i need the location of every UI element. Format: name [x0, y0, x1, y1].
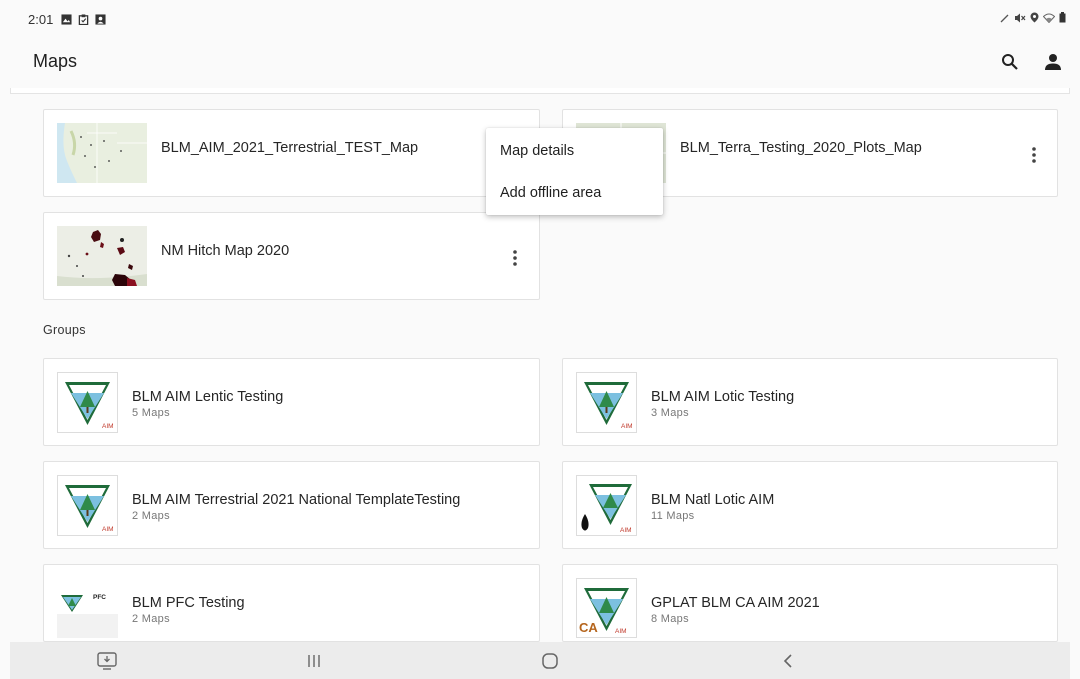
battery-icon: [1059, 12, 1066, 23]
home-button[interactable]: [538, 650, 562, 672]
map-title: BLM_Terra_Testing_2020_Plots_Map: [680, 140, 922, 156]
app-bar: Maps: [0, 38, 1080, 88]
map-thumbnail: [57, 226, 147, 286]
scrolled-card-edge: [10, 88, 1070, 94]
group-map-count: 8 Maps: [651, 613, 689, 625]
map-title: BLM_AIM_2021_Terrestrial_TEST_Map: [161, 140, 419, 156]
map-more-button[interactable]: [503, 243, 527, 273]
page-title: Maps: [33, 51, 78, 71]
group-card[interactable]: AIM BLM AIM Terrestrial 2021 National Te…: [43, 461, 540, 549]
group-card[interactable]: AIM BLM Natl Lotic AIM 11 Maps: [562, 461, 1058, 549]
recents-icon: [308, 655, 320, 667]
screen: 2:01 Maps BLM_AIM_2021_Terrestrial_TEST_…: [0, 0, 1080, 679]
back-button[interactable]: [776, 650, 800, 672]
group-card[interactable]: AIM BLM AIM Lentic Testing 5 Maps: [43, 358, 540, 446]
group-title: BLM PFC Testing: [132, 595, 245, 611]
group-map-count: 5 Maps: [132, 407, 170, 419]
blm-shield-icon: AIM: [65, 485, 114, 533]
water-drop-icon: [581, 514, 589, 531]
ca-prefix-text: CA: [579, 620, 598, 635]
group-title: GPLAT BLM CA AIM 2021: [651, 595, 820, 611]
blm-shield-icon: AIM: [581, 484, 632, 534]
group-card[interactable]: AIM BLM AIM Lotic Testing 3 Maps: [562, 358, 1058, 446]
map-card[interactable]: BLM_AIM_2021_Terrestrial_TEST_Map: [43, 109, 540, 197]
group-card[interactable]: CA AIM GPLAT BLM CA AIM 2021 8 Maps: [562, 564, 1058, 642]
badge-text: AIM: [620, 527, 632, 534]
group-logo: AIM: [576, 475, 637, 536]
menu-item-map-details[interactable]: Map details: [486, 130, 663, 172]
blm-shield-icon: AIM: [584, 382, 633, 430]
map-title: NM Hitch Map 2020: [161, 243, 290, 259]
badge-text: PFC: [93, 594, 106, 601]
group-map-count: 3 Maps: [651, 407, 689, 419]
wifi-icon: [1043, 13, 1055, 23]
badge-text: AIM: [102, 423, 114, 430]
groups-section-label: Groups: [43, 323, 86, 337]
badge-text: AIM: [102, 526, 114, 533]
badge-text: AIM: [621, 423, 633, 430]
map-context-menu: Map details Add offline area: [486, 128, 663, 215]
status-time: 2:01: [28, 11, 54, 27]
group-title: BLM AIM Lentic Testing: [132, 389, 284, 405]
group-logo: PFC: [57, 578, 118, 638]
group-logo: AIM: [57, 372, 118, 433]
account-icon: [1045, 54, 1061, 70]
menu-item-add-offline-area[interactable]: Add offline area: [486, 172, 663, 214]
home-icon: [542, 653, 558, 669]
group-card[interactable]: PFC BLM PFC Testing 2 Maps: [43, 564, 540, 642]
group-title: BLM AIM Terrestrial 2021 National Templa…: [132, 492, 461, 508]
recents-button[interactable]: [302, 650, 326, 672]
back-icon: [783, 654, 792, 668]
search-icon: [1002, 54, 1018, 70]
location-icon: [1030, 12, 1039, 23]
group-map-count: 11 Maps: [651, 510, 695, 522]
blm-shield-icon: AIM: [65, 382, 114, 430]
screenshot-icon: [97, 652, 117, 670]
mute-icon: [1015, 13, 1026, 22]
clipboard-notification-icon: [79, 13, 89, 25]
more-vert-icon: [513, 250, 517, 266]
map-thumbnail: [57, 123, 147, 183]
group-map-count: 2 Maps: [132, 613, 170, 625]
blm-shield-icon: PFC: [57, 578, 118, 614]
gallery-notification-icon: [61, 13, 72, 25]
map-more-button[interactable]: [1022, 140, 1046, 170]
system-navigation-bar: [10, 642, 1070, 679]
search-button[interactable]: [996, 48, 1024, 76]
contact-notification-icon: [95, 13, 106, 25]
badge-text: AIM: [615, 628, 627, 635]
group-title: BLM AIM Lotic Testing: [651, 389, 795, 405]
group-logo: AIM: [57, 475, 118, 536]
map-card[interactable]: NM Hitch Map 2020: [43, 212, 540, 300]
account-button[interactable]: [1039, 48, 1067, 76]
pen-icon: [1000, 14, 1009, 22]
status-icons: [1000, 12, 1066, 23]
group-map-count: 2 Maps: [132, 510, 170, 522]
group-logo: CA AIM: [576, 578, 637, 638]
screenshot-button[interactable]: [95, 650, 119, 672]
group-title: BLM Natl Lotic AIM: [651, 492, 775, 508]
group-logo: AIM: [576, 372, 637, 433]
more-vert-icon: [1032, 147, 1036, 163]
blm-shield-icon: CA AIM: [579, 588, 629, 635]
status-bar: 2:01: [0, 0, 1080, 38]
